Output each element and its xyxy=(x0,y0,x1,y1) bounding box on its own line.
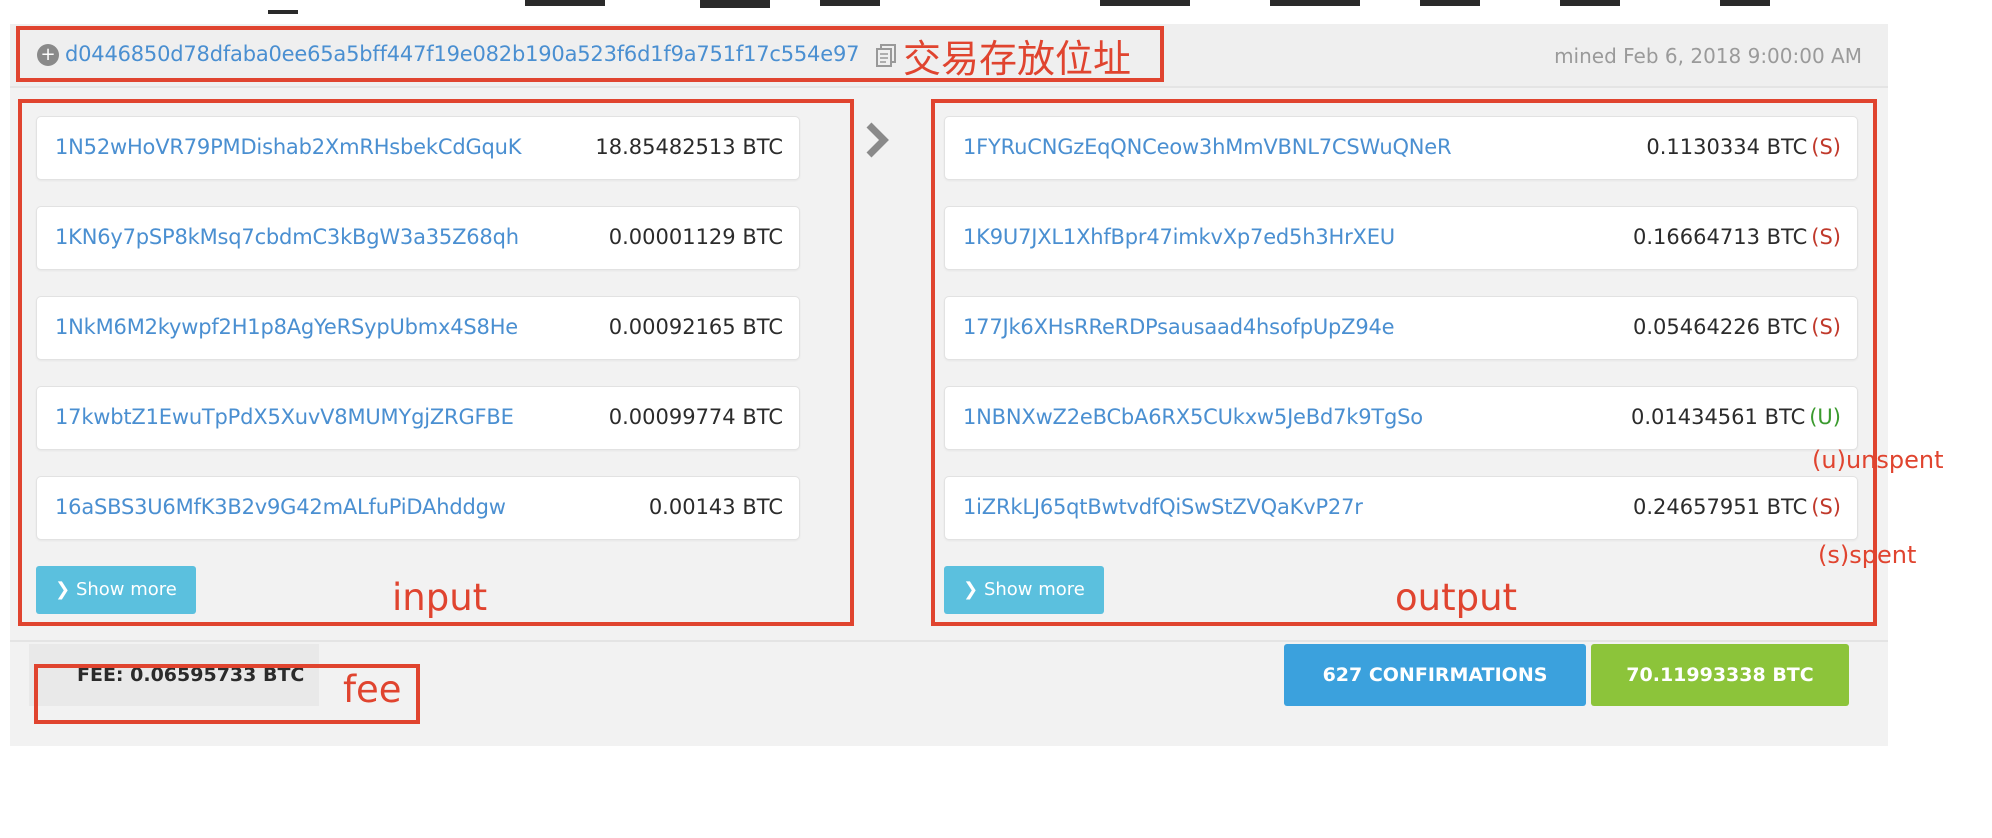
spent-annotation-label: (s)spent xyxy=(1818,541,1917,569)
mined-timestamp: mined Feb 6, 2018 9:00:00 AM xyxy=(1554,44,1862,68)
header-divider xyxy=(10,86,1888,88)
confirmations-button[interactable]: 627 CONFIRMATIONS xyxy=(1284,644,1586,706)
chevron-right-icon xyxy=(866,122,889,158)
output-annotation-label: output xyxy=(1395,576,1518,619)
input-annotation-label: input xyxy=(392,576,488,619)
txid-annotation-label: 交易存放位址 xyxy=(903,37,1132,81)
fee-annotation-label: fee xyxy=(343,668,402,711)
total-amount-button[interactable]: 70.11993338 BTC xyxy=(1591,644,1849,706)
clipped-heading xyxy=(0,0,1992,22)
output-annotation-box xyxy=(931,99,1877,626)
footer-divider xyxy=(10,640,1888,642)
unspent-annotation-label: (u)unspent xyxy=(1812,446,1944,474)
input-annotation-box xyxy=(18,99,854,626)
